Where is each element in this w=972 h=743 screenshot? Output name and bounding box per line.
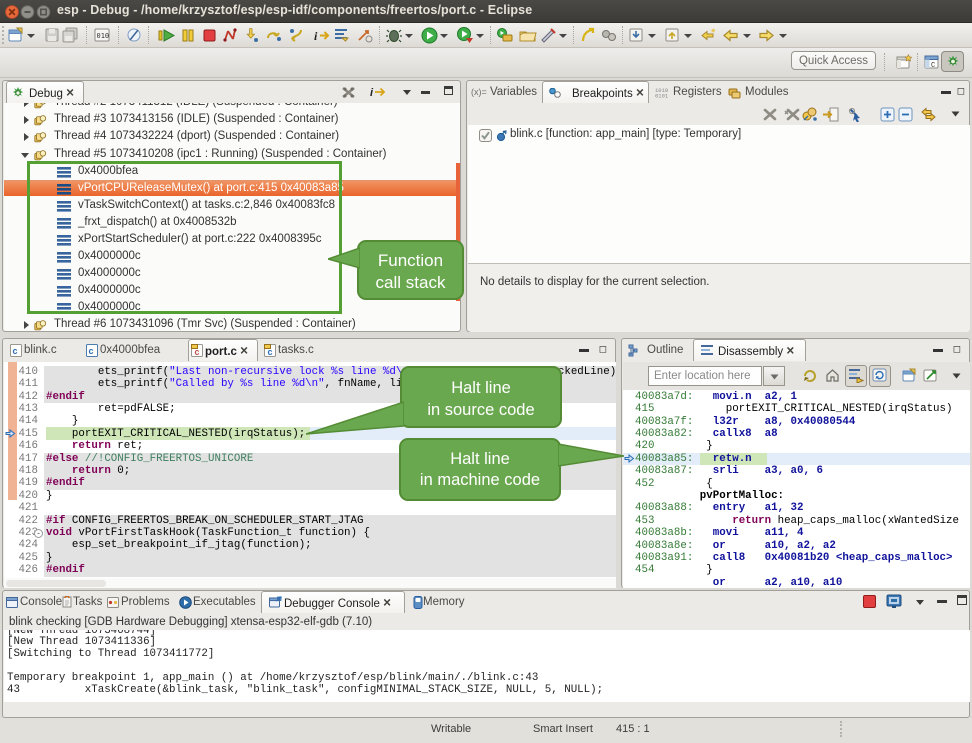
svg-text:0101: 0101 [655, 93, 669, 99]
svg-text:c: c [195, 347, 200, 357]
svg-text:c: c [89, 346, 94, 356]
svg-text:c: c [268, 347, 273, 357]
svg-text:C: C [931, 62, 935, 70]
svg-text:i: i [314, 29, 318, 43]
svg-text:010: 010 [97, 32, 110, 40]
svg-text:i: i [370, 87, 374, 99]
svg-text:c: c [13, 346, 18, 356]
